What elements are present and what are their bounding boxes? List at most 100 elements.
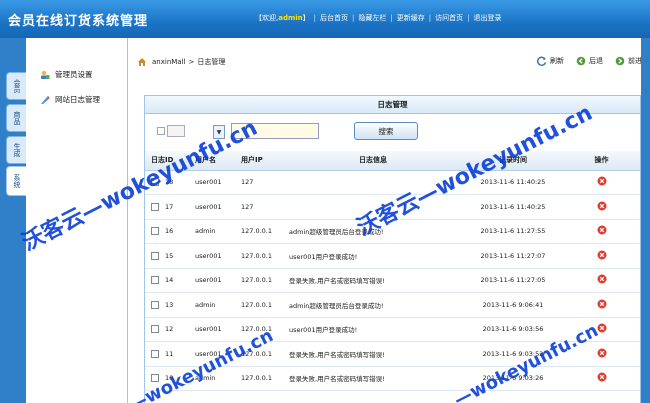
nav-hide-sidebar[interactable]: 隐藏左栏 — [358, 13, 386, 23]
cell-log-id: 15 — [145, 243, 189, 269]
cell-log-id: 17 — [145, 194, 189, 220]
search-input[interactable] — [231, 123, 319, 139]
cell-log-info: admin超级管理员后台登录成功! — [283, 219, 463, 244]
nav-admin-home[interactable]: 后台首页 — [320, 13, 348, 23]
home-icon — [138, 58, 146, 66]
delete-icon[interactable] — [597, 274, 607, 284]
sidebar-item-label: 网站日志管理 — [55, 95, 100, 104]
cell-log-info: admin超级管理员后台登录成功! — [283, 292, 463, 318]
cell-username: admin — [189, 219, 235, 244]
dropdown-arrow-icon[interactable]: ▼ — [213, 125, 225, 139]
search-field-select[interactable] — [167, 125, 185, 137]
cell-log-id: 11 — [145, 341, 189, 367]
col-username: 用户名 — [189, 151, 235, 171]
cell-log-info: 登录失败,用户名或密码填写错误! — [283, 341, 463, 367]
delete-icon[interactable] — [597, 176, 607, 186]
cell-record-time: 2013-11-6 11:27:05 — [463, 268, 563, 293]
sidebar-item-admin-settings[interactable]: 管理员设置 — [40, 69, 93, 80]
delete-icon[interactable] — [597, 201, 607, 211]
row-checkbox[interactable] — [151, 227, 159, 236]
panel-title: 日志管理 — [145, 96, 640, 114]
forward-icon — [615, 56, 625, 66]
cell-log-id: 10 — [145, 366, 189, 391]
search-button[interactable]: 搜索 — [354, 122, 418, 140]
row-checkbox[interactable] — [151, 349, 159, 358]
back-icon — [576, 56, 586, 66]
tab-system[interactable]: 系统 — [6, 166, 26, 196]
admin-settings-icon — [41, 70, 50, 79]
cell-record-time: 2013-11-6 9:06:41 — [463, 292, 563, 318]
cell-log-info — [283, 194, 463, 220]
back-button[interactable]: 后退 — [576, 56, 603, 66]
nav-visit-home[interactable]: 访问首页 — [435, 13, 463, 23]
row-checkbox[interactable] — [151, 325, 159, 334]
table-row: 17 user001 127 2013-11-6 11:40:25 — [145, 194, 640, 220]
app-title: 会员在线订货系统管理 — [8, 14, 149, 29]
col-operation: 操作 — [563, 151, 640, 171]
top-header: 会员在线订货系统管理 【欢迎, admin 】 | 后台首页 | 隐藏左栏 | … — [0, 0, 650, 38]
breadcrumb-current: 日志管理 — [197, 58, 226, 66]
cell-username: user001 — [189, 341, 235, 367]
cell-operation — [563, 341, 640, 367]
row-checkbox[interactable] — [151, 202, 159, 211]
col-log-id: 日志ID — [145, 151, 189, 171]
nav-logout[interactable]: 退出登录 — [473, 13, 501, 23]
cell-record-time: 2013-11-6 11:27:07 — [463, 243, 563, 269]
page-tools: 刷新 后退 前进 — [525, 56, 642, 66]
main-content: anxinMall > 日志管理 刷新 后退 前进 日志管理 ▼ 搜索 日志ID… — [128, 38, 650, 403]
table-row: 12 user001 127.0.0.1 user001用户登录成功! 2013-11-… — [145, 317, 640, 342]
cell-user-ip: 127 — [235, 194, 283, 220]
delete-icon[interactable] — [597, 299, 607, 309]
cell-username: admin — [189, 292, 235, 318]
cell-username: user001 — [189, 268, 235, 293]
row-checkbox[interactable] — [151, 276, 159, 285]
cell-record-time: 2013-11-6 11:40:25 — [463, 194, 563, 220]
cell-operation — [563, 243, 640, 269]
delete-icon[interactable] — [597, 323, 607, 333]
row-checkbox[interactable] — [151, 300, 159, 309]
sidebar-item-label: 管理员设置 — [55, 70, 93, 79]
tab-generate[interactable]: 生成 — [6, 136, 26, 164]
cell-log-id: 16 — [145, 219, 189, 244]
row-checkbox[interactable] — [151, 251, 159, 260]
table-row: 10 admin 127.0.0.1 登录失败,用户名或密码填写错误! 2013-11-… — [145, 366, 640, 391]
cell-username: user001 — [189, 243, 235, 269]
cell-record-time: 2013-11-6 9:03:56 — [463, 317, 563, 342]
row-checkbox[interactable] — [151, 178, 159, 187]
cell-log-info: user001用户登录成功! — [283, 243, 463, 269]
cell-log-info: 登录失败,用户名或密码填写错误! — [283, 268, 463, 293]
cell-record-time: 2013-11-6 11:40:25 — [463, 170, 563, 195]
table-row: 11 user001 127.0.0.1 登录失败,用户名或密码填写错误! 2013-1… — [145, 341, 640, 367]
refresh-button[interactable]: 刷新 — [537, 56, 564, 66]
delete-icon[interactable] — [597, 348, 607, 358]
cell-record-time: 2013-11-6 9:03:52 — [463, 341, 563, 367]
sidebar-item-log-management[interactable]: 网站日志管理 — [40, 94, 100, 105]
cell-user-ip: 127.0.0.1 — [235, 366, 283, 391]
table-row: 13 admin 127.0.0.1 admin超级管理员后台登录成功! 2013-11… — [145, 292, 640, 318]
table-row: 14 user001 127.0.0.1 登录失败,用户名或密码填写错误! 2013-1… — [145, 268, 640, 293]
cell-operation — [563, 170, 640, 195]
cell-user-ip: 127.0.0.1 — [235, 341, 283, 367]
cell-username: user001 — [189, 317, 235, 342]
forward-button[interactable]: 前进 — [615, 56, 642, 66]
delete-icon[interactable] — [597, 372, 607, 382]
tab-products[interactable]: 商品 — [6, 104, 26, 132]
tab-members[interactable]: 会员 — [6, 72, 26, 100]
log-panel: 日志管理 ▼ 搜索 日志ID 用户名 用户IP 日志信息 记录时间 操作 18 … — [144, 95, 641, 403]
cell-record-time: 2013-11-6 9:03:26 — [463, 366, 563, 391]
breadcrumb-root[interactable]: anxinMall — [152, 58, 185, 66]
cell-username: user001 — [189, 170, 235, 195]
delete-icon[interactable] — [597, 250, 607, 260]
cell-operation — [563, 194, 640, 220]
delete-icon[interactable] — [597, 225, 607, 235]
search-option-checkbox[interactable] — [157, 127, 165, 135]
cell-user-ip: 127 — [235, 170, 283, 195]
refresh-icon — [537, 56, 547, 66]
breadcrumb: anxinMall > 日志管理 刷新 后退 前进 — [128, 52, 650, 72]
cell-operation — [563, 292, 640, 318]
row-checkbox[interactable] — [151, 374, 159, 383]
cell-user-ip: 127.0.0.1 — [235, 243, 283, 269]
nav-update-cache[interactable]: 更新缓存 — [397, 13, 425, 23]
cell-log-info: user001用户登录成功! — [283, 317, 463, 342]
cell-username: admin — [189, 366, 235, 391]
